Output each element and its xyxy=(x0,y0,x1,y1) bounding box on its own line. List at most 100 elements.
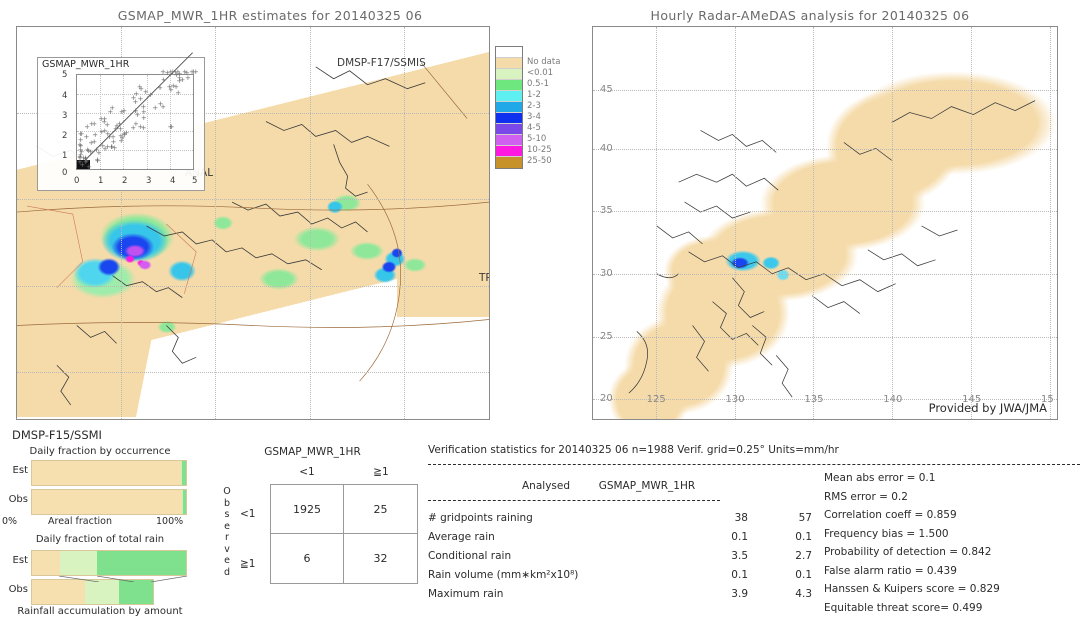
scatter-point: + xyxy=(116,119,123,128)
verification-stat-model: 0.1 xyxy=(795,569,812,581)
scatter-x-tick: 5 xyxy=(192,176,198,186)
scatter-x-tick: 4 xyxy=(170,176,176,186)
occurrence-bar-obs[interactable] xyxy=(31,489,187,515)
scatter-point: + xyxy=(173,82,179,91)
colorbar-swatch-2 xyxy=(496,69,522,80)
verification-stat-row: Maximum rain 3.9 4.3 xyxy=(428,588,812,607)
occurrence-bar-est[interactable] xyxy=(31,460,187,486)
scatter-point: + xyxy=(132,98,139,107)
bar-segment-2 xyxy=(96,551,186,575)
scatter-point: + xyxy=(77,153,83,162)
verification-score-row: Equitable threat score= 0.499 xyxy=(824,601,983,614)
scatter-point: + xyxy=(111,144,118,153)
verification-stat-name: Maximum rain xyxy=(428,588,504,600)
occurrence-row-est: Est xyxy=(0,460,200,486)
verification-stats-panel: Verification statistics for 20140325 06 … xyxy=(428,440,1080,614)
right-map-lat-tick: 20 xyxy=(599,393,613,405)
colorbar-labels: No data <0.01 0.5-1 1-2 2-3 3-4 4-5 5-10 10-25 25… xyxy=(527,57,560,167)
scatter-point: + xyxy=(101,117,108,126)
left-map-panel[interactable]: DMSP-F17/SSMIS ANAL TRMM/TMI GSMAP_MWR_1… xyxy=(16,26,490,420)
scatter-point: + xyxy=(118,107,125,116)
scatter-point: + xyxy=(134,111,141,120)
verification-col-analysed: Analysed xyxy=(522,480,570,492)
scatter-point: + xyxy=(118,137,125,146)
verification-stat-model: 2.7 xyxy=(795,550,812,562)
colorbar-swatch-5 xyxy=(496,102,522,113)
left-map-sensor-f17-label: DMSP-F17/SSMIS xyxy=(337,57,426,69)
contingency-cell-hit-nonrain: 1925 xyxy=(271,485,344,534)
scatter-point: + xyxy=(82,154,89,163)
scatter-point: + xyxy=(88,119,95,128)
scatter-y-tick: 3 xyxy=(62,111,68,121)
contingency-grid: 1925 25 6 32 xyxy=(270,484,418,584)
colorbar-label-2: <0.01 xyxy=(527,68,554,78)
right-map-lat-tick: 25 xyxy=(599,330,613,342)
colorbar-label-4: 1-2 xyxy=(527,90,541,100)
verification-stat-analysed: 38 xyxy=(734,512,748,524)
colorbar-label-9: 10-25 xyxy=(527,145,552,155)
occurrence-row-obs: Obs xyxy=(0,489,200,515)
scatter-point: + xyxy=(166,83,173,92)
total-rain-bar-est[interactable] xyxy=(31,550,187,576)
scatter-point: + xyxy=(112,125,119,134)
scatter-inset-panel[interactable]: GSMAP_MWR_1HR + + + + + + + + + + + + + + + + + + + + + + + + + +… xyxy=(37,52,205,191)
scatter-point: + xyxy=(152,104,159,113)
provider-credit: Provided by JWA/JMA xyxy=(928,401,1047,415)
total-rain-bar-obs[interactable] xyxy=(31,579,154,605)
bar-segment-0 xyxy=(32,551,60,575)
colorbar-label-6: 3-4 xyxy=(527,112,541,122)
colorbar-label-3: 0.5-1 xyxy=(527,79,549,89)
colorbar-label-5: 2-3 xyxy=(527,101,541,111)
scatter-plot-area: + + + + + + + + + + + + + + + + + + + + + + + + + + + + + + + + + + + + + + + +… xyxy=(76,52,199,170)
scatter-point: + xyxy=(137,95,144,104)
scatter-point: + xyxy=(140,124,147,133)
occurrence-axis-right: 100% xyxy=(156,516,184,527)
right-map-lon-tick: 135 xyxy=(804,394,824,406)
colorbar-swatch-10 xyxy=(496,157,522,168)
verification-stat-model: 57 xyxy=(798,512,812,524)
verification-score-row: Mean abs error = 0.1 xyxy=(824,472,936,484)
right-map-panel[interactable]: 45 40 35 30 25 20 125 130 135 140 145 15 Provided … xyxy=(592,26,1058,420)
verification-header: Verification statistics for 20140325 06 … xyxy=(428,444,839,456)
verification-score-row: Probability of detection = 0.842 xyxy=(824,546,992,558)
scatter-point: + xyxy=(91,138,98,147)
scatter-point: + xyxy=(77,141,83,150)
right-map-coastlines xyxy=(628,100,1036,398)
verification-rule-top xyxy=(428,464,1080,465)
colorbar-label-1: No data xyxy=(527,57,561,67)
colorbar-swatch-4 xyxy=(496,91,522,102)
verification-stat-model: 0.1 xyxy=(795,531,812,543)
verification-score-row: RMS error = 0.2 xyxy=(824,490,908,503)
colorbar-swatch-6 xyxy=(496,113,522,124)
verification-column-headers: Analysed GSMAP_MWR_1HR xyxy=(522,480,695,492)
total-rain-chart-title: Daily fraction of total rain xyxy=(35,534,165,545)
total-rain-row-obs: Obs xyxy=(0,579,200,605)
scatter-x-tick: 3 xyxy=(146,176,152,186)
total-rain-row-obs-tag: Obs xyxy=(8,584,28,595)
verification-stat-analysed: 3.5 xyxy=(731,550,748,562)
right-map-lat-tick: 45 xyxy=(599,83,613,95)
verification-stat-row: Average rain 0.1 0.1 xyxy=(428,531,812,550)
right-map-lat-tick: 40 xyxy=(599,142,613,154)
scatter-point: + xyxy=(136,83,143,92)
verification-stat-row: # gridpoints raining 38 57 xyxy=(428,512,812,531)
left-panel-title: GSMAP_MWR_1HR estimates for 20140325 06 xyxy=(117,8,423,23)
scatter-x-tick: 2 xyxy=(122,176,128,186)
scatter-point: + xyxy=(98,128,105,137)
scatter-point: + xyxy=(93,146,100,155)
verification-stat-analysed: 0.1 xyxy=(731,569,748,581)
scatter-point: + xyxy=(94,155,101,164)
scatter-point: + xyxy=(175,89,182,98)
scatter-point: + xyxy=(160,103,166,112)
verification-score-row: Hanssen & Kuipers score = 0.829 xyxy=(824,583,1000,595)
scatter-point: + xyxy=(160,76,167,85)
bar-segment-2 xyxy=(182,461,186,485)
occurrence-chart-title: Daily fraction by occurrence xyxy=(29,446,171,457)
colorbar-swatch-8 xyxy=(496,135,522,146)
scatter-point: + xyxy=(79,160,86,169)
scatter-x-tick: 1 xyxy=(98,176,104,186)
scatter-point: + xyxy=(157,84,163,93)
scatter-point: + xyxy=(130,124,137,133)
bar-segment-1 xyxy=(85,580,120,604)
contingency-model-label: GSMAP_MWR_1HR xyxy=(264,446,361,458)
